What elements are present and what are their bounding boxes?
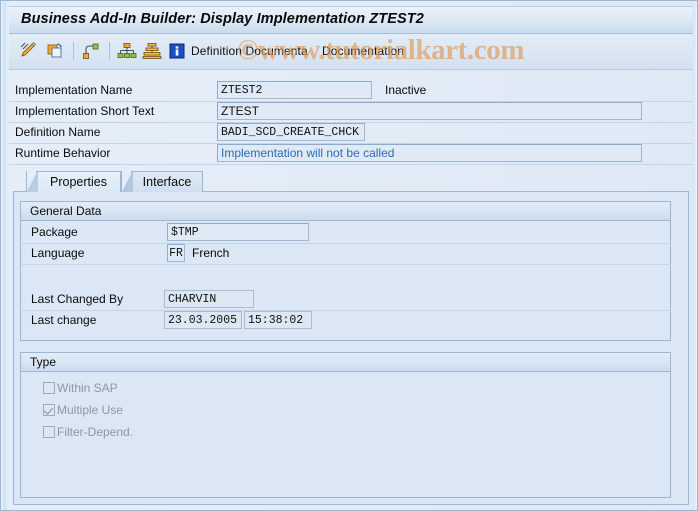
general-data-header: General Data <box>21 202 670 221</box>
package-input[interactable]: $TMP <box>167 223 309 241</box>
within-sap-label: Within SAP <box>57 381 118 395</box>
filter-depend-label: Filter-Depend. <box>57 425 134 439</box>
type-group-title: Type <box>30 355 57 369</box>
implementation-short-text-label: Implementation Short Text <box>15 104 155 118</box>
header-row-implementation-name: Implementation Name ZTEST2 Inactive <box>9 80 693 102</box>
last-change-time-value: 15:38:02 <box>244 311 312 329</box>
multiple-use-checkbox-box[interactable] <box>43 404 55 416</box>
checkbox-multiple-use[interactable]: Multiple Use <box>43 401 123 419</box>
page-title: Business Add-In Builder: Display Impleme… <box>21 11 424 27</box>
header-row-runtime-behavior: Runtime Behavior Implementation will not… <box>9 143 693 165</box>
last-change-label: Last change <box>31 313 97 327</box>
runtime-behavior-label: Runtime Behavior <box>15 146 111 160</box>
general-data-row-last-change: Last change 23.03.2005 15:38:02 <box>22 310 671 331</box>
toolbar-separator-2 <box>109 42 110 60</box>
org-structure-icon[interactable] <box>115 38 139 64</box>
implementation-short-text-input[interactable]: ZTEST <box>217 102 642 120</box>
last-change-date-value: 23.03.2005 <box>164 311 242 329</box>
information-icon[interactable] <box>165 38 189 64</box>
sap-gui-window: Business Add-In Builder: Display Impleme… <box>0 0 698 511</box>
header-row-short-text: Implementation Short Text ZTEST <box>9 101 693 123</box>
definition-name-input[interactable]: BADI_SCD_CREATE_CHCK <box>217 123 365 141</box>
application-toolbar: Definition Documenta Documentation <box>9 34 693 70</box>
checkbox-filter-depend[interactable]: Filter-Depend. <box>43 423 133 441</box>
tab-interface-label: Interface <box>142 175 192 189</box>
type-group: Type Within SAP Multiple Use Filter-Depe… <box>20 352 671 498</box>
header-row-definition-name: Definition Name BADI_SCD_CREATE_CHCK <box>9 122 693 144</box>
last-changed-by-value: CHARVIN <box>164 290 254 308</box>
title-bar: Business Add-In Builder: Display Impleme… <box>9 6 693 34</box>
copy-icon[interactable] <box>43 38 67 64</box>
package-label: Package <box>31 225 78 239</box>
properties-panel: General Data Package $TMP Language FR Fr… <box>13 192 689 505</box>
general-data-group: General Data Package $TMP Language FR Fr… <box>20 201 671 341</box>
runtime-behavior-value[interactable]: Implementation will not be called <box>217 144 642 162</box>
type-group-header: Type <box>21 353 670 372</box>
implementation-status-text: Inactive <box>385 83 427 97</box>
definition-name-label: Definition Name <box>15 125 101 139</box>
tab-strip: Properties Interface <box>13 170 689 192</box>
window-right-edge <box>693 1 697 510</box>
window-left-edge <box>1 1 8 510</box>
implementation-name-input[interactable]: ZTEST2 <box>217 81 372 99</box>
language-label: Language <box>31 246 85 260</box>
checkbox-within-sap[interactable]: Within SAP <box>43 379 118 397</box>
toolbar-separator-1 <box>73 42 74 60</box>
definition-documentation-button[interactable]: Definition Documenta <box>191 44 308 58</box>
last-changed-by-label: Last Changed By <box>31 292 124 306</box>
multiple-use-label: Multiple Use <box>57 403 124 417</box>
language-code-input[interactable]: FR <box>167 244 185 262</box>
general-data-row-package: Package $TMP <box>22 222 671 244</box>
general-data-row-language: Language FR French <box>22 243 671 265</box>
tab-interface[interactable]: Interface <box>121 171 203 192</box>
general-data-row-last-changed-by: Last Changed By CHARVIN <box>22 289 671 311</box>
header-fields: Implementation Name ZTEST2 Inactive Impl… <box>9 80 693 168</box>
tab-properties-label: Properties <box>50 175 107 189</box>
within-sap-checkbox-box[interactable] <box>43 382 55 394</box>
tab-interface-skew <box>121 171 133 192</box>
implementation-name-label: Implementation Name <box>15 83 133 97</box>
hierarchy-node-icon[interactable] <box>79 38 103 64</box>
tab-properties-skew <box>26 171 38 192</box>
documentation-button[interactable]: Documentation <box>322 44 404 58</box>
tab-properties[interactable]: Properties <box>26 171 121 192</box>
display-change-pencil-icon[interactable] <box>17 38 41 64</box>
stack-layers-icon[interactable] <box>140 38 164 64</box>
language-name-text: French <box>192 246 230 260</box>
filter-depend-checkbox-box[interactable] <box>43 426 55 438</box>
general-data-title: General Data <box>30 204 102 218</box>
